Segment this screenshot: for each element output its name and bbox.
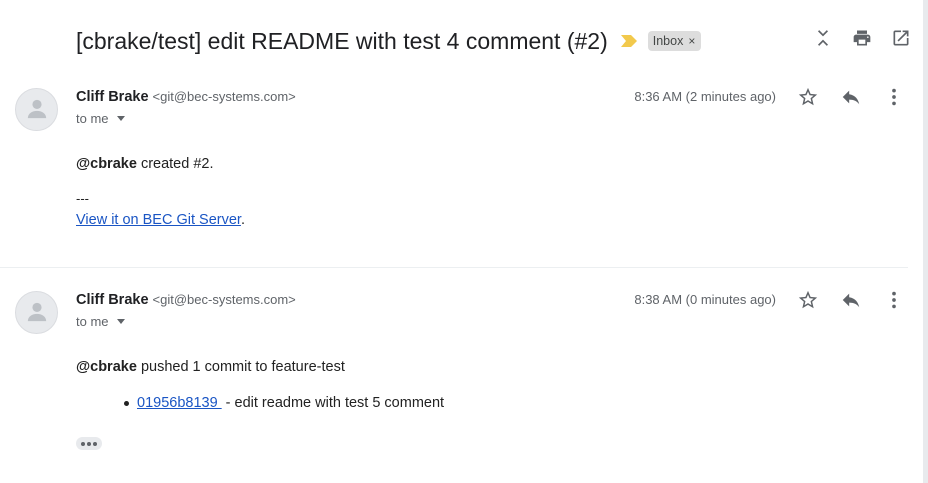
sender-name[interactable]: Cliff Brake [76,292,149,308]
more-vert-icon [892,88,896,106]
recipient-text: to me [76,111,109,126]
commit-message: - edit readme with test 5 comment [225,395,445,411]
message-body-line: @cbrake pushed 1 commit to feature-test [76,359,345,375]
sender-avatar[interactable] [15,291,58,334]
show-details-dropdown-icon[interactable] [116,319,125,324]
recipient-line: to me [76,314,125,329]
print-icon [853,30,871,46]
recipient-text: to me [76,314,109,329]
person-icon [27,302,47,322]
bullet [124,400,129,406]
message-link-line: View it on BEC Git Server. [76,212,245,228]
reply-icon [842,293,860,308]
message-body-line: @cbrake created #2. [76,156,214,172]
more-options-button[interactable] [883,86,905,108]
sender-name[interactable]: Cliff Brake [76,89,149,105]
label-chip-inbox: Inbox × [647,31,702,51]
star-button[interactable] [797,289,819,311]
open-in-new-window-button[interactable] [890,27,912,49]
message-actions [797,289,905,311]
importance-marker-icon[interactable] [620,34,638,48]
show-details-dropdown-icon[interactable] [116,116,125,121]
recipient-line: to me [76,111,125,126]
sender-line: Cliff Brake <git@bec-systems.com> [76,292,296,308]
reply-icon [842,90,860,105]
sender-line: Cliff Brake <git@bec-systems.com> [76,89,296,105]
thread-actions [812,27,912,49]
commit-hash-link[interactable]: 01956b8139 [137,395,222,411]
message-timestamp: 8:38 AM (0 minutes ago) [634,292,776,307]
commit-list-item: 01956b8139 - edit readme with test 5 com… [124,395,444,411]
link-suffix: . [240,212,245,228]
message-actions [797,86,905,108]
body-text: pushed 1 commit to feature-test [140,359,345,375]
collapse-all-icon [818,30,828,46]
message-timestamp: 8:36 AM (2 minutes ago) [634,89,776,104]
reply-button[interactable] [840,86,862,108]
sender-avatar[interactable] [15,88,58,131]
sender-email: <git@bec-systems.com> [152,89,296,104]
person-icon [27,99,47,119]
sender-email: <git@bec-systems.com> [152,292,296,307]
signature-separator: --- [76,191,89,206]
star-icon [798,290,818,309]
more-options-button[interactable] [883,289,905,311]
mention: @cbrake [76,359,137,375]
dot [93,441,97,446]
reply-button[interactable] [840,289,862,311]
collapse-all-button[interactable] [812,27,834,49]
star-icon [798,87,818,106]
label-chip-text: Inbox [652,34,684,48]
message-1: Cliff Brake <git@bec-systems.com> to me … [0,80,908,268]
print-all-button[interactable] [851,27,873,49]
remove-label-button[interactable]: × [688,33,695,49]
show-trimmed-content-button[interactable] [76,437,102,450]
mention: @cbrake [76,156,137,172]
scrollbar-track[interactable] [923,0,928,483]
star-button[interactable] [797,86,819,108]
more-vert-icon [892,291,896,309]
dot [87,441,91,446]
body-text: created #2. [140,156,214,172]
message-2: Cliff Brake <git@bec-systems.com> to me … [0,283,908,483]
dot [81,441,85,446]
thread-header: [cbrake/test] edit README with test 4 co… [76,24,702,58]
view-on-server-link[interactable]: View it on BEC Git Server [76,212,241,228]
thread-subject: [cbrake/test] edit README with test 4 co… [76,27,608,54]
open-in-new-window-icon [893,30,909,46]
